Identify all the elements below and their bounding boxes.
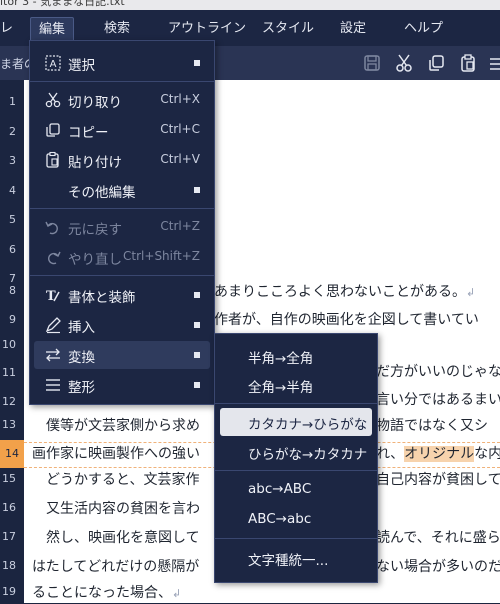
text-line: 自己内容が貧困して: [376, 472, 500, 488]
text-line: あまりこころよく思わないことがある。↲: [214, 284, 476, 300]
text-line: 又生活内容の貧困を言わ: [32, 501, 200, 517]
menu-paste[interactable]: 貼り付け Ctrl+V: [34, 146, 210, 174]
menu-convert[interactable]: 変換: [34, 341, 210, 369]
swap-arrows-icon: [44, 346, 62, 364]
text-line: ない場合が多いのだ: [376, 559, 500, 575]
line-number-gutter: 1 2 3 4 5 6 7 8 9 10 11 12 13 14 15 16 1…: [0, 80, 24, 603]
submenu-indicator-icon: [194, 60, 200, 66]
menu-select[interactable]: A 選択: [34, 49, 210, 77]
title-bar: itor 3 - 気ままな日記.txt: [0, 0, 500, 10]
text-line: 言い分ではあるまい: [376, 392, 500, 408]
save-icon[interactable]: [362, 53, 382, 73]
text-line: 然し、映画化を意図して: [32, 530, 200, 546]
line-number: 15: [2, 472, 16, 485]
svg-text:T: T: [46, 289, 56, 304]
select-icon: A: [44, 54, 62, 72]
text-line: 作者が、自作の映画化を企図して書いてい: [214, 312, 479, 328]
text-line: どうかすると、文芸家作: [32, 472, 200, 488]
pencil-icon: [44, 316, 62, 334]
line-number: 1: [9, 95, 16, 108]
menu-copy[interactable]: コピー Ctrl+C: [34, 116, 210, 144]
menu-separator: [215, 403, 377, 404]
window-title: itor 3 - 気ままな日記.txt: [0, 0, 125, 8]
menu-file-partial[interactable]: レ: [0, 16, 13, 42]
menu-cut[interactable]: 切り取り Ctrl+X: [34, 86, 210, 114]
line-number: 19: [2, 585, 16, 598]
line-number: 3: [9, 154, 16, 167]
line-number: 10: [2, 338, 16, 351]
line-number: 9: [9, 313, 16, 326]
line-number: 4: [9, 184, 16, 197]
line-number: 12: [2, 395, 16, 408]
submenu-indicator-icon: [194, 322, 200, 328]
line-number: 16: [2, 501, 16, 514]
line-number: 2: [9, 125, 16, 138]
convert-upper-to-lower[interactable]: ABC→abc: [220, 506, 372, 534]
line-number: 5: [9, 213, 16, 226]
convert-hiragana-to-katakana[interactable]: ひらがな→カタカナ: [220, 438, 372, 466]
copy-icon[interactable]: [426, 53, 446, 73]
line-number: 11: [2, 366, 16, 379]
text-line: だ方がいいのじゃな: [376, 364, 500, 380]
text-line: 読んで、それに盛ら: [376, 530, 500, 546]
redo-icon: [44, 248, 62, 266]
menu-other-edit[interactable]: その他編集: [34, 176, 210, 204]
submenu-indicator-icon: [194, 292, 200, 298]
align-lines-icon: [44, 376, 62, 394]
menu-redo[interactable]: やり直し Ctrl+Shift+Z: [34, 243, 210, 271]
convert-halfwidth-to-fullwidth[interactable]: 半角→全角: [220, 342, 372, 370]
copy-icon: [44, 121, 62, 139]
line-number: 8: [9, 284, 16, 297]
line-number: 6: [9, 243, 16, 256]
menu-separator: [30, 208, 214, 209]
text-line: 僕等が文芸家側から求め: [32, 418, 200, 434]
menu-separator: [215, 538, 377, 539]
submenu-indicator-icon: [194, 382, 200, 388]
text-line: ることになった場合、↲: [32, 585, 182, 601]
convert-lower-to-upper[interactable]: abc→ABC: [220, 476, 372, 504]
menu-style[interactable]: スタイル: [262, 16, 314, 42]
line-number: 18: [2, 559, 16, 572]
svg-text:A: A: [50, 59, 57, 70]
text-line: れ、オリジナルな内: [376, 446, 500, 462]
font-style-icon: T: [44, 286, 62, 304]
text-line: 画作家に映画製作への強い: [32, 446, 200, 462]
scissors-icon: [44, 91, 62, 109]
menu-search[interactable]: 検索: [104, 16, 130, 42]
scissors-icon[interactable]: [394, 53, 414, 73]
menu-separator: [30, 275, 214, 276]
menu-insert[interactable]: 挿入: [34, 311, 210, 339]
menu-separator: [215, 470, 377, 471]
submenu-indicator-icon: [194, 352, 200, 358]
menu-undo[interactable]: 元に戻す Ctrl+Z: [34, 213, 210, 241]
current-line-number: 14: [0, 440, 24, 468]
overflow-icon[interactable]: [488, 53, 500, 73]
menu-help[interactable]: ヘルプ: [404, 16, 443, 42]
submenu-indicator-icon: [194, 187, 200, 193]
convert-unify-char-type[interactable]: 文字種統一...: [220, 544, 372, 572]
menu-separator: [30, 81, 214, 82]
text-line: 物語ではなく又シ: [376, 418, 488, 434]
paste-icon: [44, 151, 62, 169]
convert-katakana-to-hiragana[interactable]: カタカナ→ひらがな: [220, 408, 372, 436]
selected-text: オリジナル: [404, 446, 475, 462]
undo-icon: [44, 218, 62, 236]
line-number: 13: [2, 418, 16, 431]
line-number: 17: [2, 530, 16, 543]
convert-submenu: 半角→全角 全角→半角 カタカナ→ひらがな ひらがな→カタカナ abc→ABC …: [214, 333, 378, 583]
menu-outline[interactable]: アウトライン: [168, 16, 246, 42]
convert-fullwidth-to-halfwidth[interactable]: 全角→半角: [220, 371, 372, 399]
edit-menu-dropdown: A 選択 切り取り Ctrl+X コピー Ctrl+C 貼り付け Ctrl+V …: [29, 40, 215, 405]
paste-icon[interactable]: [458, 53, 478, 73]
menu-settings[interactable]: 設定: [340, 16, 366, 42]
text-line: はたしてどれだけの懸隔が: [32, 559, 200, 575]
menu-format[interactable]: 整形: [34, 371, 210, 399]
menu-font-decoration[interactable]: T 書体と装飾: [34, 281, 210, 309]
